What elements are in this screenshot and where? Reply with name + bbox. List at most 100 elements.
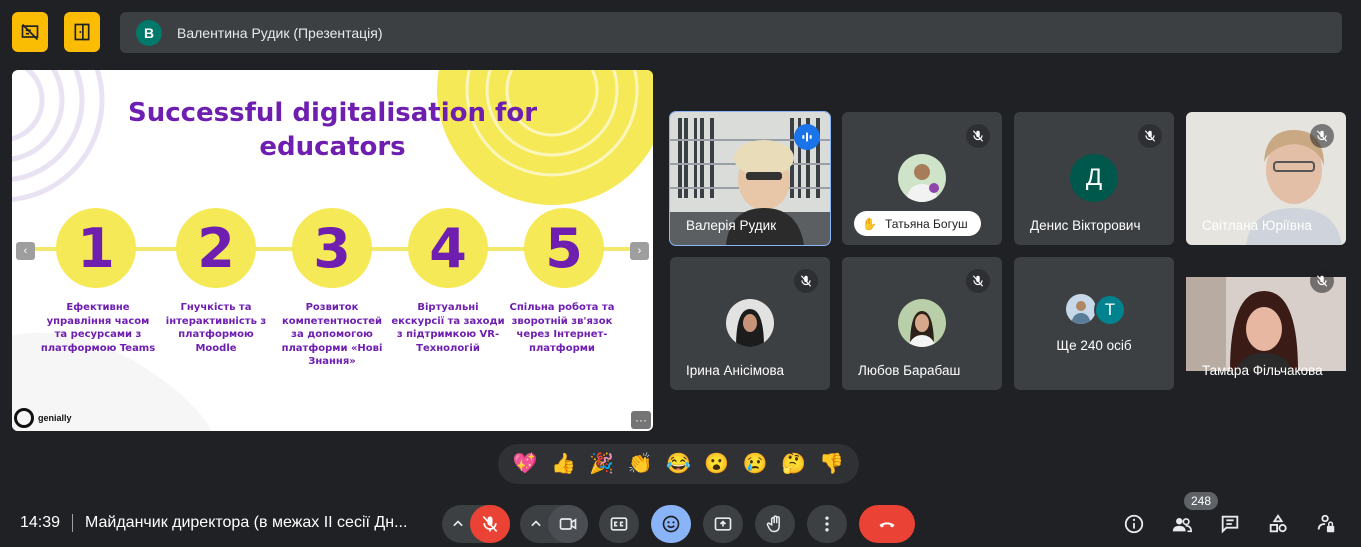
participant-name: Татьяна Богуш: [884, 216, 968, 231]
presentation-slide: Successful digitalisation for educators …: [12, 70, 653, 431]
divider: [72, 514, 73, 532]
step-number-2: 2: [176, 208, 256, 288]
more-vert-icon: [825, 516, 829, 532]
step-number-4: 4: [408, 208, 488, 288]
participant-tile-8[interactable]: Тамара Фільчакова: [1186, 257, 1346, 390]
participant-avatar: Д: [1070, 154, 1118, 202]
participant-tile-5[interactable]: Ірина Анісімова: [670, 257, 830, 390]
captions-button[interactable]: [599, 505, 639, 543]
participant-avatar: [726, 299, 774, 347]
participant-name: Ірина Анісімова: [686, 363, 785, 378]
chat-icon: [1221, 515, 1239, 534]
people-icon: [1172, 518, 1192, 533]
participant-name: Любов Барабаш: [858, 363, 961, 378]
participant-avatar: Т: [1094, 294, 1126, 326]
hand-icon: [766, 515, 780, 533]
slide-title: Successful digitalisation for educators: [12, 96, 653, 164]
step-text-2: Гнучкість та інтерактивність з платформо…: [165, 302, 267, 354]
activities-button[interactable]: [1266, 512, 1290, 536]
camera-toggle-button[interactable]: [548, 505, 588, 543]
slide-more-button[interactable]: ···: [631, 411, 651, 429]
reaction-thinking[interactable]: 🤔: [781, 454, 806, 474]
raise-hand-button[interactable]: [755, 505, 795, 543]
participant-tile-2[interactable]: ✋ Татьяна Богуш: [842, 112, 1002, 245]
reaction-sparkling-heart[interactable]: 💖: [513, 454, 538, 474]
audio-options-button[interactable]: [444, 505, 472, 543]
step-text-1: Ефективне управління часом та ресурсами …: [40, 302, 156, 354]
chevron-up-icon: [453, 520, 463, 527]
chat-button[interactable]: [1218, 512, 1242, 536]
hand-raised-icon: ✋: [862, 216, 877, 231]
presenter-avatar: В: [136, 19, 162, 46]
mic-off-icon: [794, 269, 818, 293]
reaction-surprised[interactable]: 😮: [704, 454, 729, 474]
slide-prev-button[interactable]: ‹: [16, 242, 35, 260]
mic-off-icon: [1138, 124, 1162, 148]
participant-name: Валерія Рудик: [686, 218, 777, 233]
more-participants-label: Ще 240 осіб: [1056, 338, 1132, 353]
host-controls-button[interactable]: [1314, 512, 1338, 536]
step-number-1: 1: [56, 208, 136, 288]
present-screen-button[interactable]: [703, 505, 743, 543]
slide-title-line2: educators: [259, 132, 406, 162]
genially-brand: genially: [14, 408, 72, 428]
call-end-icon: [879, 522, 895, 528]
participant-avatar: [898, 299, 946, 347]
mic-off-icon: [482, 515, 498, 533]
mic-off-icon: [1310, 269, 1334, 293]
reaction-thumbs-down[interactable]: 👎: [819, 454, 844, 474]
info-icon: [1124, 514, 1144, 534]
emoji-icon: [662, 515, 680, 533]
reaction-laughing[interactable]: 😂: [666, 454, 691, 474]
participant-avatar: [1066, 294, 1096, 324]
meeting-details-button[interactable]: [1122, 512, 1146, 536]
participant-name: Денис Вікторович: [1030, 218, 1141, 233]
video-options-button[interactable]: [522, 505, 550, 543]
step-number-3: 3: [292, 208, 372, 288]
reaction-crying[interactable]: 😢: [743, 454, 768, 474]
step-number-5: 5: [524, 208, 604, 288]
hand-raised-pill: ✋ Татьяна Богуш: [854, 211, 981, 236]
people-button[interactable]: [1170, 512, 1194, 536]
chevron-up-icon: [531, 520, 541, 527]
participant-tile-6[interactable]: Любов Барабаш: [842, 257, 1002, 390]
reactions-bar: 💖 👍 🎉 👏 😂 😮 😢 🤔 👎: [498, 444, 859, 484]
mic-off-icon: [966, 269, 990, 293]
hide-presentation-button[interactable]: [12, 12, 48, 52]
reaction-clapping[interactable]: 👏: [628, 454, 653, 474]
participant-tile-4[interactable]: Світлана Юріївна: [1186, 112, 1346, 245]
lock-person-icon: [1317, 514, 1335, 533]
genially-text: genially: [38, 413, 72, 423]
mic-off-icon: [1310, 124, 1334, 148]
speaking-indicator-icon: [794, 124, 820, 150]
more-participants-tile[interactable]: Т Ще 240 осіб: [1014, 257, 1174, 390]
step-text-3: Розвиток компетентностей за допомогою пл…: [281, 302, 383, 367]
reaction-party-popper[interactable]: 🎉: [589, 454, 614, 474]
microphone-toggle-button[interactable]: [470, 505, 510, 543]
participant-name: Світлана Юріївна: [1202, 218, 1312, 233]
meeting-title: Майданчик директора (в межах ІІ сесії Дн…: [85, 514, 408, 531]
presenter-bar: В Валентина Рудик (Презентація): [120, 12, 1342, 53]
presentation-off-icon: [21, 23, 39, 41]
step-text-4: Віртуальні екскурсії та заходи з підтрим…: [391, 302, 505, 354]
slide-title-line1: Successful digitalisation for: [127, 98, 538, 128]
participant-avatar: [898, 154, 946, 202]
more-options-button[interactable]: [807, 505, 847, 543]
genially-logo-icon: [14, 408, 34, 428]
presenter-label: Валентина Рудик (Презентація): [177, 24, 383, 41]
captions-icon: [610, 517, 628, 531]
meeting-clock: 14:39: [20, 514, 61, 531]
layout-button[interactable]: [64, 12, 100, 52]
slide-next-button[interactable]: ›: [630, 242, 649, 260]
reaction-thumbs-up[interactable]: 👍: [551, 454, 576, 474]
present-icon: [714, 517, 732, 531]
leave-call-button[interactable]: [859, 505, 915, 543]
layout-icon: [74, 23, 90, 41]
step-text-5: Спільна робота та зворотній зв'язок чере…: [509, 302, 615, 354]
participant-count-badge: 248: [1184, 492, 1218, 510]
participant-tile-1[interactable]: Валерія Рудик: [669, 111, 831, 246]
shapes-icon: [1269, 514, 1287, 533]
participant-tile-3[interactable]: Д Денис Вікторович: [1014, 112, 1174, 245]
participant-name: Тамара Фільчакова: [1202, 363, 1323, 378]
reactions-button[interactable]: [651, 505, 691, 543]
